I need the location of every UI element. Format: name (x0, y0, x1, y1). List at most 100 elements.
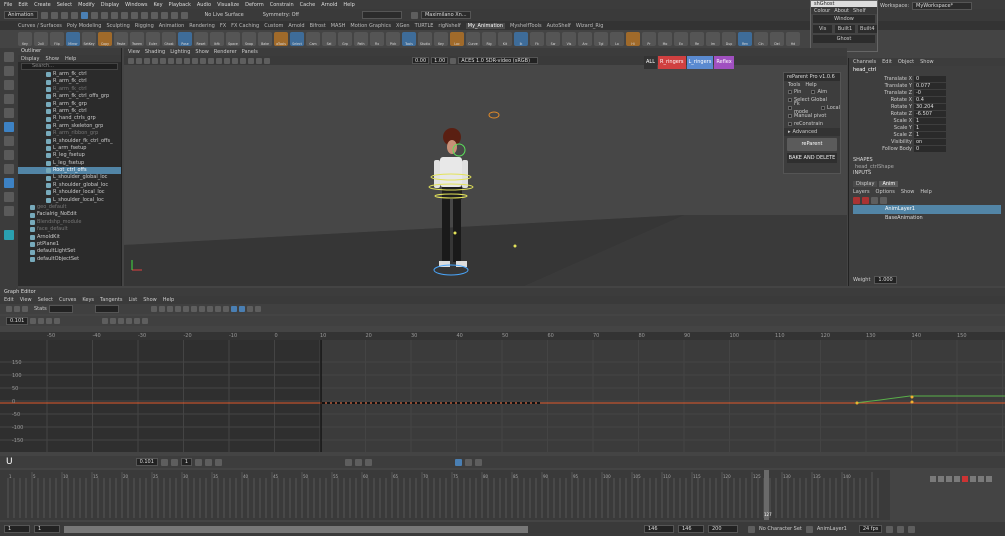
live-surface-label[interactable]: No Live Surface (205, 12, 244, 18)
key-icon[interactable] (465, 458, 473, 466)
outliner-item[interactable]: R_shoulder_local_loc (18, 189, 121, 196)
step-forward-icon[interactable] (978, 476, 984, 482)
viewport-menu-show[interactable]: Show (195, 49, 209, 55)
channel-value[interactable]: 1 (914, 125, 946, 132)
symmetry-label[interactable]: Symmetry: Off (263, 12, 299, 18)
select-tool-icon[interactable] (4, 52, 14, 62)
shelf-button[interactable]: Cln (754, 32, 768, 46)
shelf-button[interactable]: Pr (642, 32, 656, 46)
layer-icon[interactable] (871, 197, 878, 204)
outliner-search-input[interactable]: Search... (21, 63, 118, 70)
bookmark-icon[interactable] (144, 57, 150, 64)
shelf-button[interactable]: SetKey (82, 32, 96, 46)
graph-menu-edit[interactable]: Edit (4, 297, 14, 303)
resolution-gate-icon[interactable] (176, 57, 182, 64)
ao-icon[interactable] (224, 57, 230, 64)
key-icon[interactable] (475, 458, 483, 466)
keyframe[interactable] (910, 400, 914, 404)
tab-anim[interactable]: Anim (879, 181, 899, 187)
isolate-icon[interactable] (240, 57, 246, 64)
menu-playback[interactable]: Playback (169, 2, 191, 8)
outliner-item[interactable]: R_arm_ribbon_grp (18, 130, 121, 137)
shelf-button[interactable]: Paste (114, 32, 128, 46)
next-key-icon[interactable] (970, 476, 976, 482)
shelf-button[interactable]: Key (18, 32, 32, 46)
menu-key[interactable]: Key (153, 2, 162, 8)
scale-tool-icon[interactable] (4, 122, 14, 132)
graph-curves[interactable]: 150 100 50 0 -50 -100 -150 (0, 340, 1005, 452)
free-weight-icon[interactable] (206, 306, 213, 312)
shelf-button[interactable]: Ren (738, 32, 752, 46)
shelf-button[interactable]: Studio (418, 32, 432, 46)
move-tool-icon[interactable] (4, 94, 14, 104)
shelf-button[interactable]: Reset (194, 32, 208, 46)
start-time-field[interactable]: 1 (4, 525, 30, 533)
key-icon[interactable] (195, 458, 203, 466)
graph-menu-view[interactable]: View (20, 297, 32, 303)
aim-checkbox[interactable] (811, 90, 816, 94)
ghost-built4-button[interactable]: Built4 (857, 24, 877, 33)
graph-menu-select[interactable]: Select (38, 297, 53, 303)
menu-cache[interactable]: Cache (300, 2, 316, 8)
shelf-button[interactable]: Hd (786, 32, 800, 46)
layout-four-icon[interactable] (4, 164, 14, 174)
knee-pv-right[interactable] (513, 244, 517, 248)
ghost-button[interactable]: Ghost (813, 35, 875, 43)
channel-row[interactable]: Translate X0 (849, 76, 1005, 83)
outliner-item[interactable]: R_arm_skeleton_grp (18, 123, 121, 130)
manual-pivot-checkbox[interactable] (788, 114, 792, 118)
local-checkbox[interactable] (821, 106, 826, 110)
animation-curve-green[interactable] (854, 395, 1005, 404)
character-set-label[interactable]: No Character Set (759, 526, 802, 532)
channel-row[interactable]: Translate Y 0.077 (849, 83, 1005, 90)
key-icon[interactable] (126, 318, 133, 324)
shelf-button[interactable]: Hi (626, 32, 640, 46)
layer-menu-help[interactable]: Help (920, 189, 931, 195)
select-object-icon[interactable] (90, 11, 98, 19)
channel-value[interactable]: 0 (914, 146, 946, 153)
channel-row[interactable]: Translate Z -0 (849, 90, 1005, 97)
menu-create[interactable]: Create (34, 2, 51, 8)
select-component-icon[interactable] (100, 11, 108, 19)
viewport-menu-view[interactable]: View (128, 49, 140, 55)
stats-time-field[interactable] (48, 305, 73, 313)
channel-row[interactable]: Scale Y1 (849, 125, 1005, 132)
outliner-item[interactable]: geo_default (18, 204, 121, 211)
tag-r-ringers[interactable]: R_ringers (658, 56, 686, 69)
key-icon[interactable] (365, 458, 373, 466)
outliner-item[interactable]: R_shoulder_fk_ctrl_offs_ (18, 138, 121, 145)
channel-row[interactable]: Rotate Z -6.507 (849, 111, 1005, 118)
outliner-item[interactable]: R_arm_fk_grp (18, 101, 121, 108)
layout-single-icon[interactable] (4, 150, 14, 160)
outliner-item[interactable]: defaultLightSet (18, 248, 121, 255)
playback-start-field[interactable]: 1 (34, 525, 60, 533)
textured-icon[interactable] (200, 57, 206, 64)
shelf-tab[interactable]: AutoShelf (547, 23, 571, 29)
outliner-item[interactable]: L_leg_fsetup (18, 160, 121, 167)
ghost-menu-shelf[interactable]: Shelf (853, 8, 866, 14)
outliner-item[interactable]: R_arm_fk_ctrl (18, 108, 121, 115)
outliner-menu-show[interactable]: Show (45, 56, 59, 62)
shelf-button[interactable]: Ghost (162, 32, 176, 46)
color-manage-icon[interactable] (450, 57, 457, 64)
outliner-item[interactable]: L_arm_fsetup (18, 145, 121, 152)
select-hierarchy-icon[interactable] (80, 11, 88, 19)
tag-l-ringers[interactable]: L_ringers (686, 56, 714, 69)
shelf-button[interactable]: Re (690, 32, 704, 46)
shelf-button[interactable]: Kit (498, 32, 512, 46)
lock-weight-icon[interactable] (214, 306, 221, 312)
shelf-button[interactable]: Vis (562, 32, 576, 46)
outliner-item[interactable]: R_arm_fk_ctrl_offs_grp (18, 93, 121, 100)
wireframe-icon[interactable] (184, 57, 190, 64)
shelf-button[interactable]: Pick (386, 32, 400, 46)
lattice-icon[interactable] (22, 306, 28, 312)
outliner-item[interactable]: R_shoulder_global_loc (18, 182, 121, 189)
channel-row[interactable]: Follow Body 0 (849, 146, 1005, 153)
film-gate-icon[interactable] (168, 57, 174, 64)
shelf-tab[interactable]: Rigging (135, 23, 154, 29)
redo-icon[interactable] (70, 11, 78, 19)
smooth-shade-icon[interactable] (192, 57, 198, 64)
graph-menu-show[interactable]: Show (143, 297, 157, 303)
shelf-tab[interactable]: Bifrost (310, 23, 326, 29)
loop-icon[interactable] (886, 525, 894, 533)
